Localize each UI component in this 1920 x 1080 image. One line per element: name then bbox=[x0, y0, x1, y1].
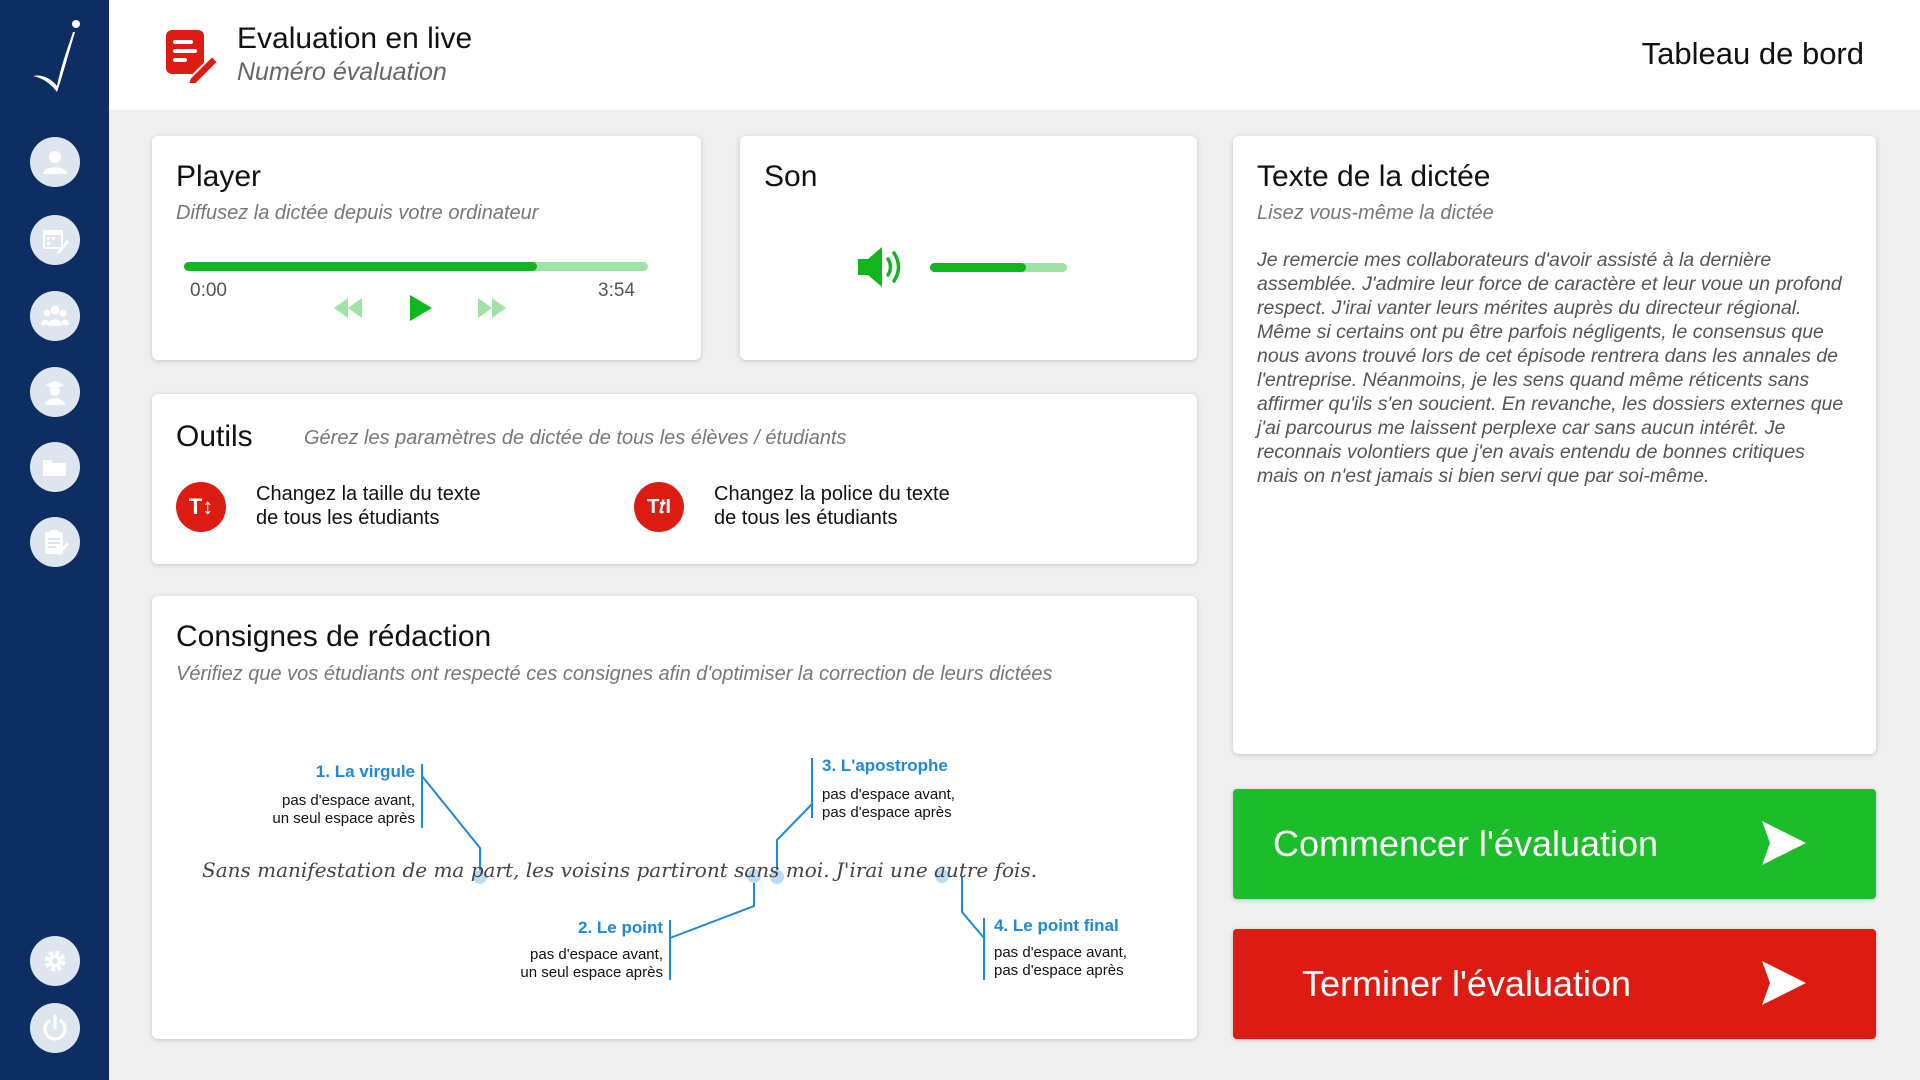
start-evaluation-label: Commencer l'évaluation bbox=[1273, 823, 1659, 864]
evaluation-edit-icon bbox=[166, 30, 220, 84]
rule-period-label: 2. Le point bbox=[578, 918, 663, 937]
evaluation-number: Numéro évaluation bbox=[237, 58, 447, 86]
calendar-edit-icon bbox=[43, 230, 69, 254]
text-size-tool[interactable]: Changez la taille du texte de tous les é… bbox=[256, 482, 481, 530]
rewind-button[interactable] bbox=[332, 296, 364, 320]
rule-final-period-label: 4. Le point final bbox=[994, 916, 1119, 935]
player-progress-bar[interactable] bbox=[184, 262, 648, 271]
send-arrow-icon bbox=[1762, 961, 1806, 1005]
student-icon bbox=[45, 381, 65, 405]
tools-card: Outils Gérez les paramètres de dictée de… bbox=[152, 394, 1197, 564]
font-change-icon[interactable]: T𝑡I bbox=[634, 482, 684, 532]
start-evaluation-button[interactable]: Commencer l'évaluation bbox=[1233, 789, 1876, 899]
rule-final-period-desc: pas d'espace avant, pas d'espace après bbox=[994, 944, 1127, 979]
gear-icon bbox=[44, 950, 66, 972]
text-size-icon[interactable]: T↕ bbox=[176, 482, 226, 532]
end-evaluation-button[interactable]: Terminer l'évaluation bbox=[1233, 929, 1876, 1039]
folder-icon bbox=[43, 460, 66, 476]
nav-settings-button[interactable] bbox=[30, 936, 80, 986]
rule-apostrophe-label: 3. L'apostrophe bbox=[822, 756, 948, 775]
tools-title: Outils bbox=[176, 420, 253, 453]
player-title: Player bbox=[176, 160, 262, 193]
sound-card: Son bbox=[740, 136, 1197, 360]
rule-period-desc: pas d'espace avant, un seul espace après bbox=[520, 946, 663, 981]
group-icon bbox=[41, 305, 69, 326]
fast-forward-button[interactable] bbox=[476, 296, 508, 320]
play-button[interactable] bbox=[406, 292, 434, 324]
dictation-title: Texte de la dictée bbox=[1257, 160, 1491, 193]
sound-title: Son bbox=[764, 160, 818, 193]
speaker-icon[interactable] bbox=[856, 244, 906, 290]
clipboard-icon bbox=[45, 530, 69, 555]
sidebar bbox=[0, 0, 109, 1080]
power-icon bbox=[43, 1014, 67, 1041]
volume-level bbox=[930, 263, 1026, 272]
total-time: 3:54 bbox=[598, 280, 635, 301]
volume-slider[interactable] bbox=[930, 263, 1067, 272]
nav-logout-button[interactable] bbox=[30, 1003, 80, 1053]
player-card: Player Diffusez la dictée depuis votre o… bbox=[152, 136, 701, 360]
dictation-text-card: Texte de la dictée Lisez vous-même la di… bbox=[1233, 136, 1876, 754]
app-logo[interactable] bbox=[27, 18, 83, 94]
nav-folders-button[interactable] bbox=[30, 442, 80, 492]
dashboard-link[interactable]: Tableau de bord bbox=[1642, 36, 1864, 72]
font-change-tool[interactable]: Changez la police du texte de tous les é… bbox=[714, 482, 950, 530]
page-title: Evaluation en live bbox=[237, 22, 473, 55]
send-arrow-icon bbox=[1762, 821, 1806, 865]
top-header: Evaluation en live Numéro évaluation Tab… bbox=[109, 0, 1920, 110]
player-subtitle: Diffusez la dictée depuis votre ordinate… bbox=[176, 202, 539, 224]
nav-evaluations-button[interactable] bbox=[30, 517, 80, 567]
nav-groups-button[interactable] bbox=[30, 291, 80, 341]
example-sentence: Sans manifestation de ma part, les voisi… bbox=[202, 858, 1038, 882]
nav-calendar-button[interactable] bbox=[30, 215, 80, 265]
nav-profile-button[interactable] bbox=[30, 137, 80, 187]
user-icon bbox=[43, 151, 67, 174]
tools-subtitle: Gérez les paramètres de dictée de tous l… bbox=[304, 427, 847, 449]
dictation-text: Je remercie mes collaborateurs d'avoir a… bbox=[1257, 249, 1844, 487]
rule-apostrophe-desc: pas d'espace avant, pas d'espace après bbox=[822, 786, 955, 821]
nav-students-button[interactable] bbox=[30, 367, 80, 417]
rule-comma-desc: pas d'espace avant, un seul espace après bbox=[272, 792, 415, 827]
rule-comma-label: 1. La virgule bbox=[315, 762, 415, 781]
writing-rules-card: Consignes de rédaction Vérifiez que vos … bbox=[152, 596, 1197, 1039]
dictation-subtitle: Lisez vous-même la dictée bbox=[1257, 202, 1494, 224]
current-time: 0:00 bbox=[190, 280, 227, 301]
player-progress-fill bbox=[184, 262, 537, 271]
end-evaluation-label: Terminer l'évaluation bbox=[1302, 963, 1632, 1004]
